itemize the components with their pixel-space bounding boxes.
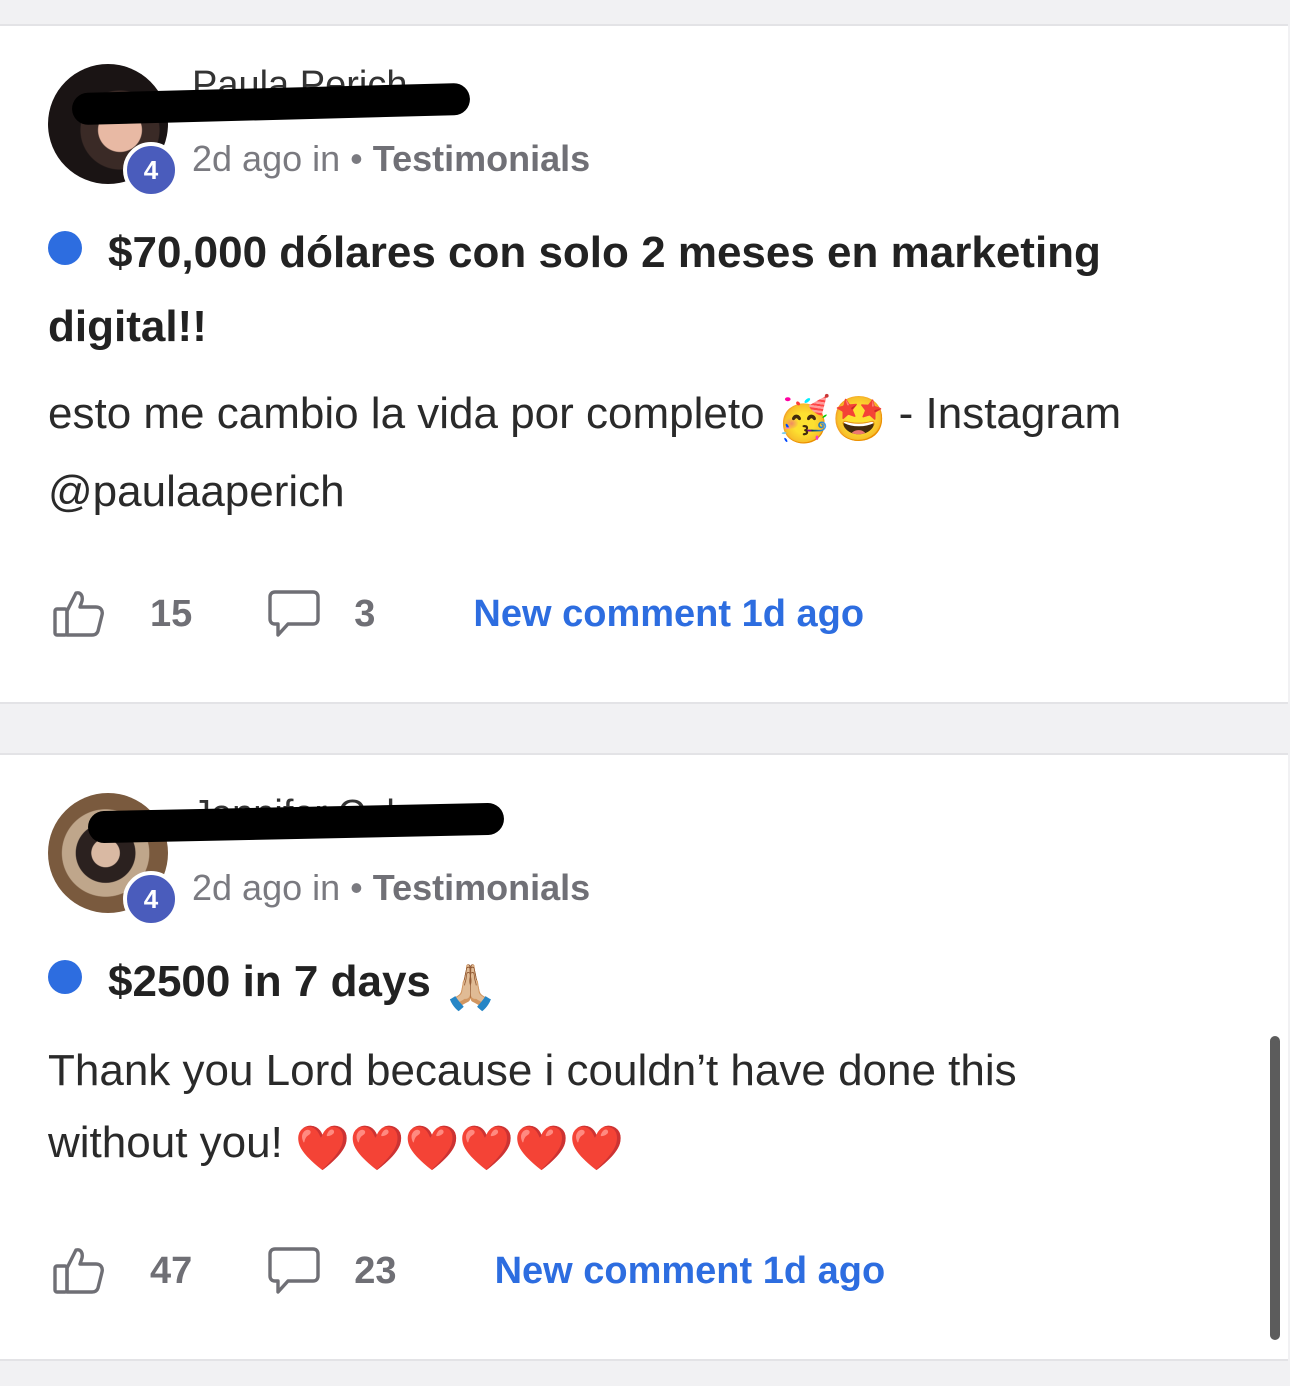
- thumbs-up-icon[interactable]: [52, 586, 108, 642]
- post-body-line: without you! ❤️❤️❤️❤️❤️❤️: [48, 1107, 1248, 1185]
- level-badge: 4: [123, 142, 179, 198]
- comment-count: 23: [354, 1249, 397, 1292]
- post-meta: 2d ago in • Testimonials: [192, 138, 590, 180]
- like-count: 15: [150, 592, 193, 635]
- post-meta: 2d ago in • Testimonials: [192, 867, 590, 909]
- instagram-handle: @paulaaperich: [48, 467, 345, 516]
- comment-bubble-icon[interactable]: [266, 586, 322, 642]
- post-body-line: esto me cambio la vida por completo 🥳🤩 -…: [48, 378, 1248, 456]
- category-link[interactable]: Testimonials: [373, 867, 590, 908]
- post-title-row[interactable]: $2500 in 7 days 🙏🏼: [48, 945, 1228, 1025]
- post-actions: 15 3 New comment 1d ago: [52, 586, 864, 642]
- thumbs-up-icon[interactable]: [52, 1243, 108, 1299]
- post-actions: 47 23 New comment 1d ago: [52, 1243, 885, 1299]
- level-badge: 4: [123, 871, 179, 927]
- post-time: 2d ago in •: [192, 138, 373, 179]
- comment-bubble-icon[interactable]: [266, 1243, 322, 1299]
- scrollbar[interactable]: [1270, 1036, 1280, 1340]
- community-feed: 4 Paula Perich 2d ago in • Testimonials …: [0, 0, 1290, 1386]
- new-comment-link[interactable]: New comment 1d ago: [495, 1250, 886, 1293]
- post-title-row[interactable]: $70,000 dólares con solo 2 meses en mark…: [48, 216, 1228, 364]
- new-comment-link[interactable]: New comment 1d ago: [473, 593, 864, 636]
- post-title[interactable]: $2500 in 7 days: [108, 957, 431, 1006]
- post-title[interactable]: $70,000 dólares con solo 2 meses en mark…: [48, 228, 1101, 351]
- post-card[interactable]: 4 Paula Perich 2d ago in • Testimonials …: [0, 24, 1288, 704]
- red-heart-emoji-icon: ❤️❤️❤️❤️❤️❤️: [295, 1124, 624, 1173]
- unread-dot: [48, 231, 82, 265]
- post-body: esto me cambio la vida por completo 🥳🤩 -…: [48, 378, 1248, 528]
- like-count: 47: [150, 1249, 193, 1292]
- post-time: 2d ago in •: [192, 867, 373, 908]
- post-body-line: Thank you Lord because i couldn’t have d…: [48, 1046, 1017, 1095]
- unread-dot: [48, 960, 82, 994]
- comment-count: 3: [354, 592, 376, 635]
- redaction-mark: [87, 802, 505, 844]
- post-card[interactable]: 4 Jennifer Colon 2d ago in • Testimonial…: [0, 753, 1288, 1361]
- category-link[interactable]: Testimonials: [373, 138, 590, 179]
- party-face-emoji-icon: 🥳🤩: [776, 395, 887, 444]
- praying-hands-emoji-icon: 🙏🏼: [443, 963, 498, 1012]
- post-body: Thank you Lord because i couldn’t have d…: [48, 1035, 1248, 1185]
